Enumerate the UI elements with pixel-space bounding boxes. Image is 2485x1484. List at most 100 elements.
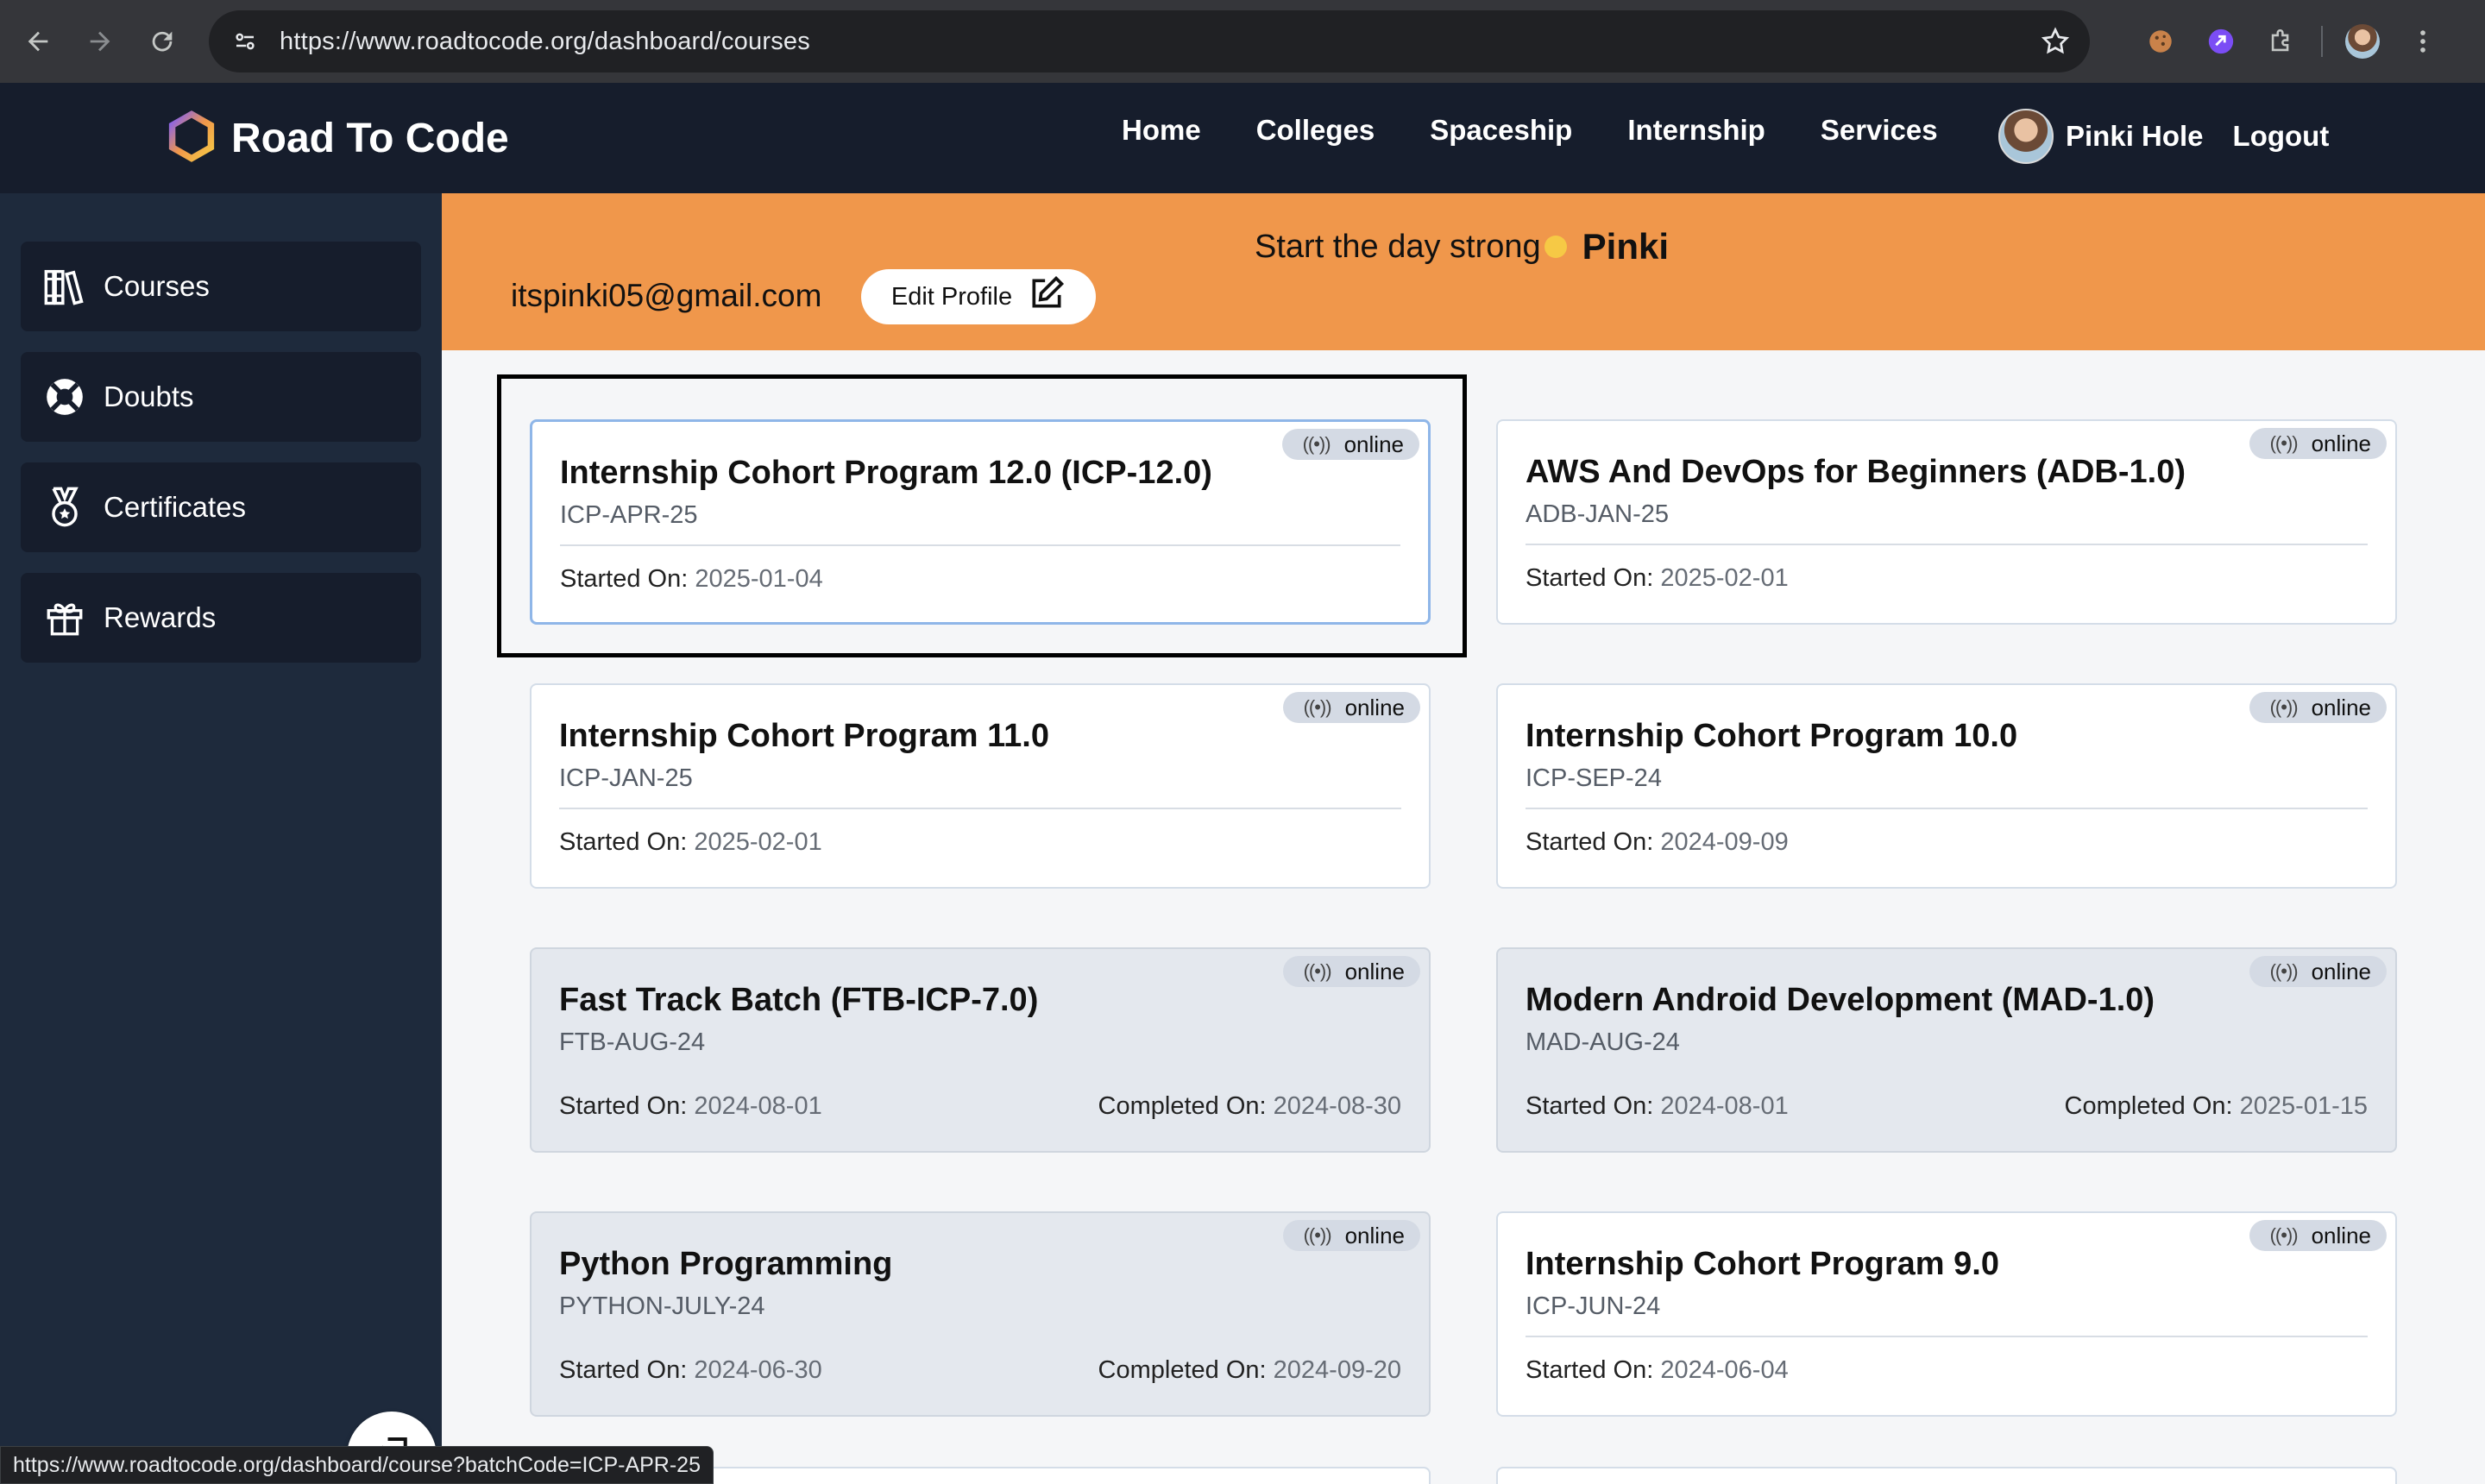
greeting-name: Pinki [1582,226,1670,267]
site-settings-icon[interactable] [228,24,262,59]
course-card[interactable]: ((•)) online Fast Track Batch (FTB-ICP-7.… [530,947,1431,1153]
nav-colleges[interactable]: Colleges [1256,114,1375,147]
course-title: Modern Android Development (MAD-1.0) [1526,982,2155,1018]
course-card[interactable]: ((•)) online Internship Cohort Program 9.… [1496,1211,2397,1417]
mode-label: online [1344,694,1405,720]
online-badge: ((•)) online [2249,428,2387,459]
top-navigation: Home Colleges Spaceship Internship Servi… [1122,114,1993,147]
online-badge: ((•)) online [2249,692,2387,723]
cookie-extension-icon[interactable] [2140,21,2181,62]
greeting-banner: Start the day strong Pinki itspinki05@gm… [442,193,2485,350]
card-divider [560,544,1400,546]
started-label: Started On: [560,565,689,593]
course-title: Internship Cohort Program 10.0 [1526,718,2018,754]
nav-spaceship[interactable]: Spaceship [1430,114,1572,147]
medal-icon [41,484,88,531]
batch-code: ICP-JUN-24 [1526,1292,1661,1320]
mode-label: online [2311,1222,2371,1248]
purple-extension-icon[interactable] [2200,21,2242,62]
back-icon[interactable] [12,16,64,67]
course-card[interactable]: ((•)) online Internship Cohort Program 12… [530,419,1431,625]
lifebuoy-icon [41,374,88,420]
started-label: Started On: [1526,1356,1654,1384]
mode-label: online [1344,958,1405,984]
batch-code: ICP-SEP-24 [1526,764,1662,792]
avatar[interactable] [1998,109,2054,164]
card-divider [1526,544,2368,545]
site-header: Road To Code Home Colleges Spaceship Int… [0,83,2485,193]
forward-icon[interactable] [74,16,126,67]
bookmark-star-icon[interactable] [2040,26,2071,57]
reload-icon[interactable] [136,16,188,67]
online-badge: ((•)) online [1282,692,1420,723]
completed-value: 2025-01-15 [2239,1092,2368,1120]
course-card[interactable]: ((•)) online Modern Android Development (… [1496,947,2397,1153]
toolbar-divider [2321,26,2323,57]
sidebar: Courses Doubts Certificates Rewards [0,193,442,1484]
started-label: Started On: [1526,828,1654,856]
course-title: Internship Cohort Program 9.0 [1526,1246,1999,1282]
start-date: Started On: 2024-06-04 [1526,1356,1789,1385]
browser-toolbar: https://www.roadtocode.org/dashboard/cou… [0,0,2485,83]
logout-link[interactable]: Logout [2233,120,2330,153]
user-menu[interactable]: Pinki Hole Logout [1998,109,2329,164]
hexagon-logo-icon [164,109,219,168]
broadcast-icon: ((•)) [1303,960,1332,982]
started-label: Started On: [1526,1092,1654,1120]
started-value: 2024-06-04 [1660,1356,1789,1384]
mode-label: online [2311,958,2371,984]
greeting-message: Start the day strong [1255,228,1541,265]
course-card[interactable]: ((•)) online Python Programming PYTHON-JU… [530,1211,1431,1417]
sidebar-item-label: Doubts [104,380,194,412]
nav-services[interactable]: Services [1821,114,1938,147]
card-divider [559,808,1401,809]
brand-logo[interactable]: Road To Code [164,109,509,168]
start-date: Started On: 2024-08-01 [1526,1092,1789,1121]
sidebar-item-doubts[interactable]: Doubts [21,352,421,442]
card-divider [1526,1336,2368,1337]
online-badge: ((•)) online [1282,1220,1420,1251]
sidebar-item-rewards[interactable]: Rewards [21,573,421,663]
course-card[interactable]: ((•)) online Internship Cohort Program 11… [530,683,1431,889]
started-value: 2024-08-01 [1660,1092,1789,1120]
puzzle-extensions-icon[interactable] [2261,21,2302,62]
broadcast-icon: ((•)) [2269,696,2299,718]
batch-code: FTB-AUG-24 [559,1028,706,1056]
brand-title: Road To Code [231,116,509,161]
user-email: itspinki05@gmail.com [511,278,822,313]
broadcast-icon: ((•)) [1303,1224,1332,1246]
nav-home[interactable]: Home [1122,114,1201,147]
sidebar-item-label: Courses [104,270,210,302]
course-title: AWS And DevOps for Beginners (ADB-1.0) [1526,454,2186,490]
mode-label: online [2311,694,2371,720]
sidebar-item-courses[interactable]: Courses [21,242,421,331]
start-date: Started On: 2024-09-09 [1526,828,1789,857]
completed-date: Completed On: 2024-09-20 [1098,1356,1401,1385]
started-value: 2024-08-01 [694,1092,822,1120]
url-text[interactable]: https://www.roadtocode.org/dashboard/cou… [280,28,2040,56]
sidebar-item-certificates[interactable]: Certificates [21,462,421,552]
gift-icon [41,594,88,641]
course-title: Internship Cohort Program 11.0 [559,718,1049,754]
start-date: Started On: 2025-01-04 [560,565,823,594]
edit-profile-button[interactable]: Edit Profile [861,269,1096,324]
nav-internship[interactable]: Internship [1627,114,1765,147]
broadcast-icon: ((•)) [2269,432,2299,454]
address-bar[interactable]: https://www.roadtocode.org/dashboard/cou… [209,10,2090,72]
edit-profile-label: Edit Profile [890,282,1013,311]
batch-code: ICP-APR-25 [560,501,698,529]
course-title: Fast Track Batch (FTB-ICP-7.0) [559,982,1039,1018]
batch-code: PYTHON-JULY-24 [559,1292,765,1320]
sidebar-item-label: Certificates [104,491,247,523]
broadcast-icon: ((•)) [2269,1224,2299,1246]
completed-date: Completed On: 2025-01-15 [2065,1092,2368,1121]
more-menu-icon[interactable] [2402,21,2444,62]
greeting-text: Start the day strong Pinki [1255,226,1669,267]
profile-avatar-icon[interactable] [2342,21,2383,62]
online-badge: ((•)) online [2249,1220,2387,1251]
course-card[interactable]: ((•)) online AWS And DevOps for Beginners… [1496,419,2397,625]
user-name[interactable]: Pinki Hole [2066,120,2204,153]
course-card[interactable]: ((•)) online Internship Cohort Program 10… [1496,683,2397,889]
course-card-partial[interactable] [1496,1467,2397,1484]
completed-label: Completed On: [1098,1092,1267,1120]
